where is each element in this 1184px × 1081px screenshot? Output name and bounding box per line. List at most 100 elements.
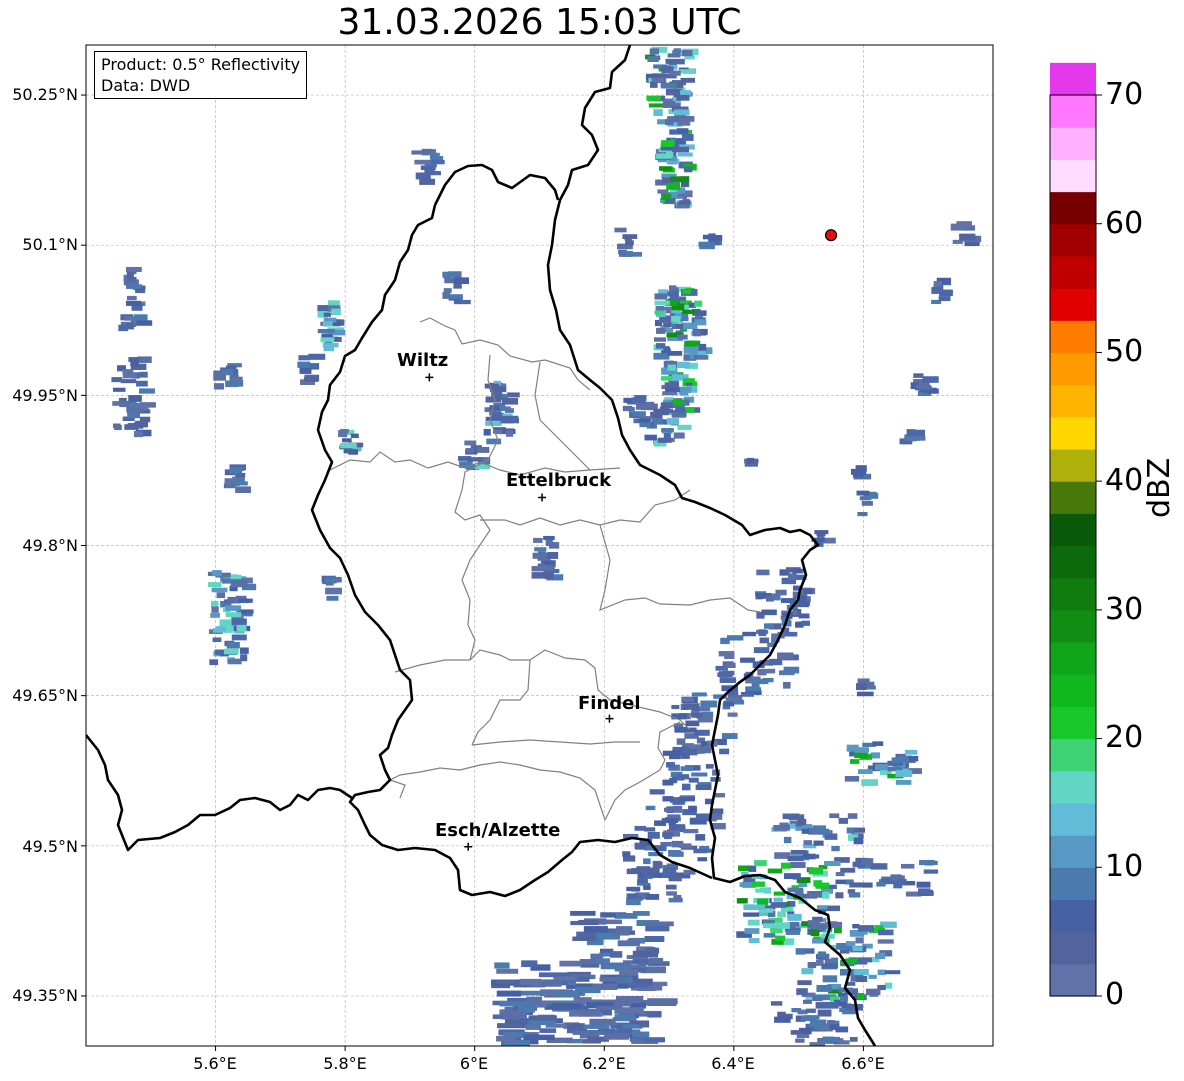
radar-echo xyxy=(127,413,140,419)
radar-echo xyxy=(753,647,770,654)
colorbar-segment xyxy=(1050,481,1096,514)
radar-echo xyxy=(801,968,814,975)
radar-echo xyxy=(757,669,767,676)
radar-echo xyxy=(861,501,873,506)
radar-echo xyxy=(676,738,686,745)
radar-echo xyxy=(650,82,658,88)
radar-echo xyxy=(505,430,514,437)
radar-echo xyxy=(449,294,463,300)
radar-echo xyxy=(238,598,253,603)
radar-echo xyxy=(673,894,682,901)
radar-echo xyxy=(754,860,767,867)
radar-echo xyxy=(644,434,657,441)
radar-echo xyxy=(668,849,682,857)
radar-echo xyxy=(603,964,630,969)
radar-echo xyxy=(695,784,712,791)
radar-echo xyxy=(632,1031,650,1038)
colorbar-segment xyxy=(1050,545,1096,579)
radar-echo xyxy=(616,926,633,932)
radar-echo xyxy=(626,886,641,892)
colorbar-segment xyxy=(1050,931,1096,965)
radar-echo xyxy=(604,1032,630,1040)
radar-echo xyxy=(662,779,674,786)
radar-echo xyxy=(803,588,813,595)
radar-echo xyxy=(675,323,684,329)
radar-echo xyxy=(667,291,679,297)
radar-echo xyxy=(830,957,839,965)
radar-echo xyxy=(799,600,809,608)
radar-echo xyxy=(231,618,247,626)
radar-echo xyxy=(727,712,738,717)
radar-echo xyxy=(683,378,695,383)
radar-echo xyxy=(777,652,794,659)
radar-echo xyxy=(788,921,800,927)
location-marker[interactable] xyxy=(824,229,838,242)
radar-echo xyxy=(908,436,917,442)
radar-echo xyxy=(665,884,677,890)
radar-echo xyxy=(127,276,137,282)
radar-echo xyxy=(228,658,242,665)
radar-echo xyxy=(126,284,143,289)
radar-echo xyxy=(653,352,670,360)
radar-echo xyxy=(673,109,690,116)
colorbar-segment xyxy=(1050,448,1096,482)
radar-echo xyxy=(672,146,689,153)
radar-echo xyxy=(852,946,863,952)
radar-echo xyxy=(770,1001,783,1006)
radar-echo xyxy=(717,672,733,678)
radar-echo xyxy=(787,913,802,921)
radar-echo xyxy=(128,395,142,402)
radar-echo xyxy=(802,853,816,860)
radar-echo xyxy=(635,843,646,850)
radar-echo xyxy=(619,968,639,976)
radar-echo xyxy=(768,658,783,666)
radar-echo xyxy=(775,935,786,941)
colorbar-segment xyxy=(1050,384,1096,418)
radar-echo xyxy=(236,624,247,632)
radar-echo xyxy=(699,242,715,250)
radar-echo xyxy=(661,428,674,433)
radar-echo xyxy=(801,620,810,626)
radar-echo xyxy=(496,1035,517,1042)
radar-echo xyxy=(678,69,695,74)
radar-echo xyxy=(659,166,672,171)
colorbar-tick-40: 40 xyxy=(1105,463,1144,498)
radar-echo xyxy=(643,1037,665,1043)
radar-echo xyxy=(429,171,441,176)
radar-echo xyxy=(342,438,352,443)
radar-echo xyxy=(655,343,666,349)
radar-echo xyxy=(126,295,137,301)
radar-echo xyxy=(852,473,864,478)
radar-echo xyxy=(781,862,791,869)
radar-echo xyxy=(504,408,514,413)
radar-echo xyxy=(125,300,142,306)
radar-echo xyxy=(213,383,224,390)
radar-echo xyxy=(821,963,839,969)
lat-label-49-5: 49.5°N xyxy=(22,837,78,856)
radar-echo xyxy=(127,407,144,414)
lon-label-5-6: 5.6°E xyxy=(193,1054,237,1073)
radar-echo xyxy=(646,921,674,927)
radar-map[interactable] xyxy=(0,0,1184,1081)
radar-echo xyxy=(721,733,738,740)
radar-echo xyxy=(855,465,867,472)
radar-echo xyxy=(792,568,804,574)
radar-echo xyxy=(850,759,860,764)
city-label-wiltz: Wiltz xyxy=(397,350,449,371)
radar-echo xyxy=(494,962,510,969)
radar-echo xyxy=(691,772,708,777)
radar-echo xyxy=(212,637,222,643)
colorbar-segment xyxy=(1050,738,1096,772)
radar-echo xyxy=(807,891,824,898)
radar-echo xyxy=(666,418,680,425)
radar-echo xyxy=(839,968,854,976)
radar-echo xyxy=(223,648,239,655)
radar-echo xyxy=(219,619,232,627)
radar-echo xyxy=(677,334,688,340)
radar-echo xyxy=(133,430,144,438)
radar-echo xyxy=(135,420,149,428)
radar-echo xyxy=(212,570,222,577)
radar-echo xyxy=(773,897,783,902)
radar-echo xyxy=(532,552,547,559)
colorbar-segment xyxy=(1050,963,1096,997)
